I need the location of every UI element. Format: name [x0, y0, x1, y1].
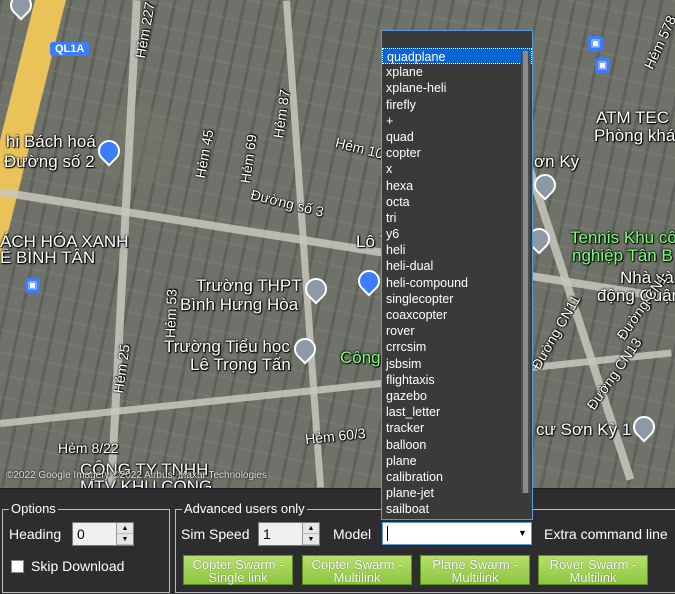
bus-stop-icon[interactable]: ▣	[588, 36, 603, 51]
map-marker-icon[interactable]	[628, 411, 660, 443]
shop-marker-icon[interactable]	[93, 135, 125, 167]
sim-speed-value: 1	[263, 526, 271, 542]
model-option-item[interactable]: crrcsim	[382, 339, 532, 355]
map-label: Hẻm 87	[270, 88, 293, 140]
map-view[interactable]: QL1A Hẻm 227 Hẻm 45 Hẻm 69 Hẻm 87 Hẻm 10…	[0, 0, 675, 488]
advanced-group-title: Advanced users only	[182, 501, 307, 516]
map-label: Bình Hưng Hòa	[180, 295, 299, 314]
map-label: Tennis Khu cô	[570, 228, 675, 247]
model-option-item[interactable]: singlecopter	[382, 291, 532, 307]
map-label: Hẻm 45	[192, 128, 217, 180]
options-group-title: Options	[9, 501, 58, 516]
model-option-item[interactable]: +	[382, 113, 532, 129]
model-option-item[interactable]: xplane	[382, 64, 532, 80]
control-panel: Options Heading 0 ▲ ▼ Skip Download Adva…	[0, 488, 675, 594]
highway-badge: QL1A	[50, 42, 90, 56]
bus-stop-icon[interactable]: ▣	[595, 58, 610, 73]
chevron-down-icon[interactable]: ▼	[514, 523, 531, 544]
model-option-item[interactable]: heli-compound	[382, 275, 532, 291]
bus-stop-icon[interactable]: ▣	[25, 278, 40, 293]
model-label: Model	[333, 526, 372, 542]
map-label: Đường số 2	[4, 152, 95, 171]
map-label: Phòng khá	[594, 126, 675, 145]
model-option-item[interactable]: sailboat	[382, 501, 532, 517]
map-label: Hẻm 10	[333, 134, 386, 162]
model-option-item[interactable]: rover	[382, 323, 532, 339]
map-label: Lê Trọng Tấn	[190, 355, 291, 374]
map-label: Ê BÌNH TÂN	[0, 248, 96, 267]
map-label: Hẻm 53	[162, 288, 180, 339]
model-option-item[interactable]: heli-dual	[382, 258, 532, 274]
map-label: Trường THPT	[196, 276, 302, 295]
model-option-item[interactable]: quad	[382, 129, 532, 145]
model-option-item[interactable]: y6	[382, 226, 532, 242]
model-dropdown-list[interactable]: quadplane xplane xplane-heli firefly + quad co…	[381, 30, 533, 520]
sim-speed-spinner[interactable]: ▲ ▼	[302, 523, 319, 545]
model-option-item[interactable]: quadplane	[382, 48, 532, 65]
model-option-item[interactable]: xplane-heli	[382, 80, 532, 96]
map-label: Hẻm 8/22	[58, 440, 119, 456]
model-option-item[interactable]: coaxcopter	[382, 307, 532, 323]
button-line-2: Multilink	[569, 570, 617, 585]
heading-spinner[interactable]: ▲ ▼	[116, 523, 133, 545]
map-label: Hẻm 578	[640, 13, 675, 72]
map-label: Trường Tiểu học	[164, 337, 290, 356]
model-option-item[interactable]: copter	[382, 145, 532, 161]
scrollbar-thumb[interactable]	[523, 51, 528, 493]
model-option-item[interactable]: x	[382, 161, 532, 177]
model-option-item[interactable]: last_letter	[382, 404, 532, 420]
copter-swarm-single-link-button[interactable]: Copter Swarm - Single link	[183, 555, 293, 585]
skip-download-checkbox[interactable]	[11, 560, 24, 573]
model-option-item[interactable]: tri	[382, 210, 532, 226]
heading-value: 0	[77, 526, 85, 542]
school-marker-icon[interactable]	[289, 333, 321, 365]
map-label: ơn Kỳ	[534, 152, 580, 171]
model-option-item[interactable]: hexa	[382, 178, 532, 194]
dropdown-scrollbar[interactable]	[521, 51, 530, 493]
spin-up-icon[interactable]: ▲	[303, 523, 319, 534]
map-label: Công	[340, 348, 381, 367]
skip-download-label: Skip Download	[31, 558, 125, 574]
extra-command-line-label: Extra command line	[544, 526, 668, 542]
map-label: hi Bách hoá	[6, 132, 96, 151]
text-caret	[387, 526, 388, 541]
copter-swarm-multilink-button[interactable]: Copter Swarm - Multilink	[302, 555, 412, 585]
plane-swarm-multilink-button[interactable]: Plane Swarm - Multilink	[420, 555, 530, 585]
spin-down-icon[interactable]: ▼	[303, 534, 319, 545]
spin-up-icon[interactable]: ▲	[117, 523, 133, 534]
model-option-item[interactable]: plane-jet	[382, 485, 532, 501]
model-option-item[interactable]: gazebo	[382, 388, 532, 404]
sim-speed-label: Sim Speed	[181, 526, 250, 542]
map-label: Hẻm 69	[237, 133, 260, 185]
button-line-2: Multilink	[333, 570, 381, 585]
button-line-2: Single link	[208, 570, 268, 585]
model-combobox[interactable]: ▼	[382, 522, 532, 545]
model-option-item[interactable]: jsbsim	[382, 356, 532, 372]
button-line-2: Multilink	[451, 570, 499, 585]
map-label: ATM TEC	[596, 108, 670, 127]
model-options: quadplane xplane xplane-heli firefly + quad co…	[382, 48, 532, 517]
map-label: Đường số 3	[249, 186, 326, 220]
road	[0, 349, 672, 427]
model-option-item[interactable]: tracker	[382, 420, 532, 436]
shop-marker-icon[interactable]	[353, 265, 385, 297]
model-option-item[interactable]: calibration	[382, 469, 532, 485]
model-option-item[interactable]: plane	[382, 453, 532, 469]
map-label: nghiệp Tân B	[572, 246, 673, 265]
rover-swarm-multilink-button[interactable]: Rover Swarm - Multilink	[538, 555, 648, 585]
model-option-item[interactable]: firefly	[382, 97, 532, 113]
heading-label: Heading	[9, 526, 62, 542]
spin-down-icon[interactable]: ▼	[117, 534, 133, 545]
model-option-item[interactable]: heli	[382, 242, 532, 258]
map-copyright: ©2022 Google Imagery ©2022 Airbus, Maxar…	[6, 470, 267, 481]
model-option-item[interactable]: balloon	[382, 437, 532, 453]
model-option-item[interactable]: octa	[382, 194, 532, 210]
model-option-item[interactable]: flightaxis	[382, 372, 532, 388]
map-label: cư Sơn Kỳ 1	[536, 420, 632, 439]
